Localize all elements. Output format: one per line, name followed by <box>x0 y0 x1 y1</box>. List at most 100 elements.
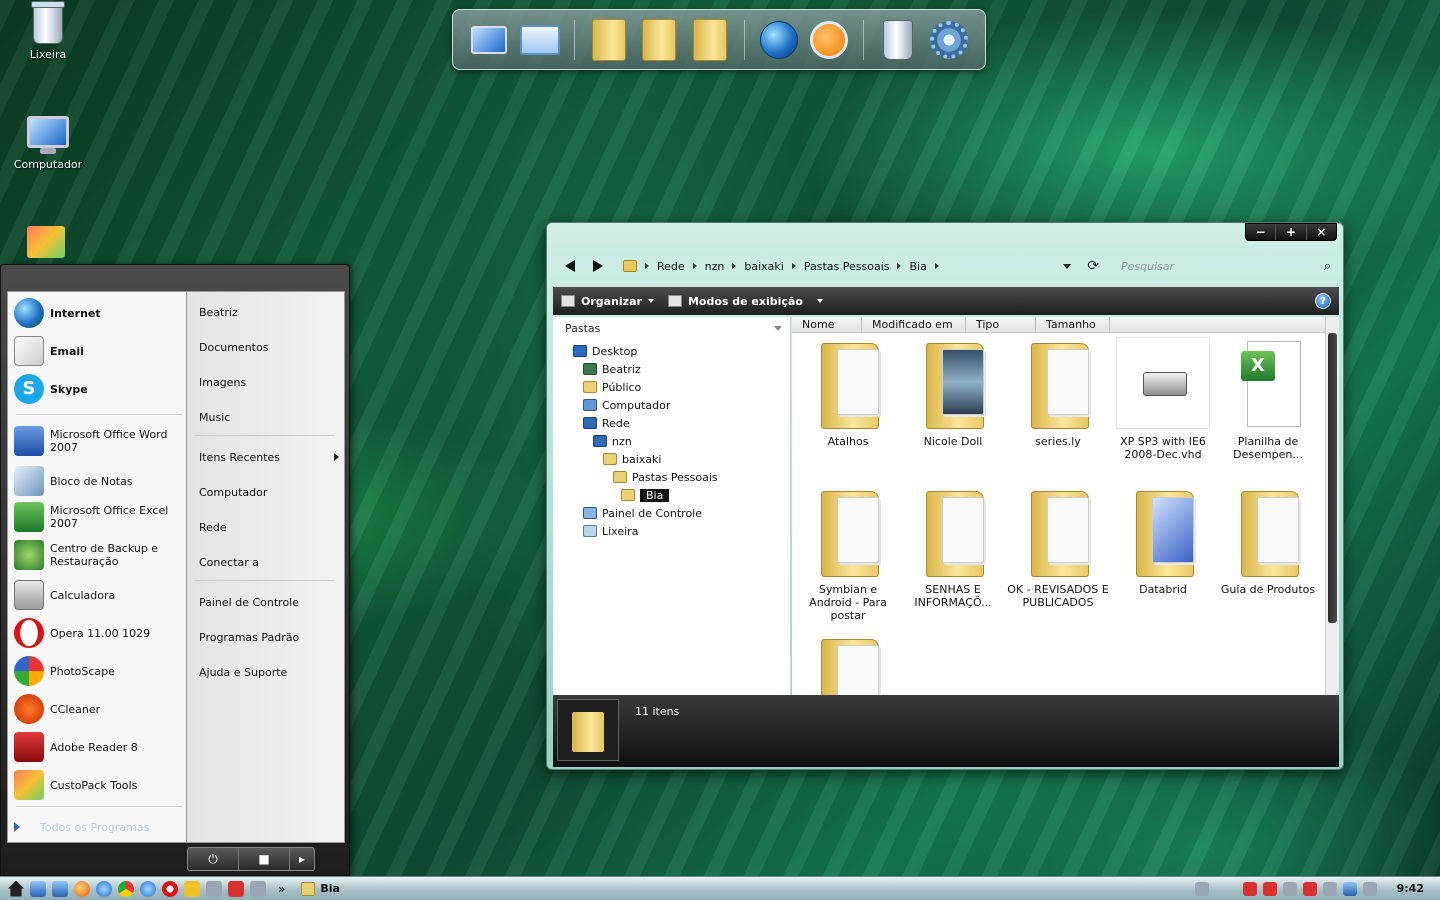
more-chevron-icon[interactable]: » <box>278 882 285 896</box>
file-item[interactable]: XP SP3 with IE6 2008-Dec.vhd <box>1111 337 1215 461</box>
desktop-icon-custopack[interactable] <box>6 226 86 262</box>
scrollbar-thumb[interactable] <box>1328 333 1337 623</box>
chrome-icon[interactable] <box>118 880 134 897</box>
tree-item-desktop[interactable]: Desktop <box>573 343 637 359</box>
column-header-name[interactable]: Nome <box>792 317 862 332</box>
desktop-icon-recycle-bin[interactable]: Lixeira <box>8 1 88 61</box>
start-item-word[interactable]: Microsoft Office Word 2007 <box>14 426 182 456</box>
forward-button[interactable] <box>593 260 603 272</box>
file-item[interactable]: Planilha de Desempen... <box>1216 337 1320 461</box>
dock-recycle-bin[interactable] <box>876 17 920 63</box>
file-item[interactable]: SENHAS E INFORMAÇÕ... <box>901 485 1005 609</box>
tools-icon[interactable] <box>206 880 222 897</box>
paint-icon[interactable] <box>184 880 200 897</box>
minimize-button[interactable]: − <box>1246 224 1277 240</box>
column-header-modified[interactable]: Modificado em <box>862 317 966 332</box>
keyboard-icon[interactable] <box>1194 881 1209 896</box>
tools-tray-icon[interactable] <box>1282 881 1297 896</box>
close-button[interactable]: × <box>1307 224 1336 240</box>
opera-icon[interactable] <box>162 880 178 897</box>
power-options-button[interactable]: ▸ <box>290 848 314 870</box>
file-item[interactable]: Nicole Doll <box>901 337 1005 448</box>
tree-item-pastas-pessoais[interactable]: Pastas Pessoais <box>613 469 718 485</box>
start-item-calculator[interactable]: Calculadora <box>14 580 182 610</box>
places-documents[interactable]: Documentos <box>199 341 339 354</box>
views-button[interactable]: Modos de exibição <box>667 295 823 308</box>
places-network[interactable]: Rede <box>199 521 339 534</box>
places-computer[interactable]: Computador <box>199 486 339 499</box>
firefox-icon[interactable] <box>74 880 90 897</box>
places-control-panel[interactable]: Painel de Controle <box>199 596 339 609</box>
places-connect-to[interactable]: Conectar a <box>199 556 339 569</box>
network-tray-icon[interactable] <box>1342 881 1357 896</box>
file-item[interactable]: Atalhos <box>796 337 900 448</box>
all-programs-button[interactable]: Todos os Programas <box>14 817 182 837</box>
photoscape-icon[interactable] <box>228 880 244 897</box>
dock-music[interactable] <box>687 17 731 63</box>
internet-explorer-icon[interactable] <box>96 880 112 897</box>
computer-icon[interactable] <box>52 880 68 897</box>
start-item-custopack[interactable]: CustoPack Tools <box>14 770 182 800</box>
tree-item-baixaki[interactable]: baixaki <box>603 451 661 467</box>
start-item-email[interactable]: Email <box>14 336 182 366</box>
search-icon[interactable]: ⌕ <box>1324 259 1331 274</box>
folder-tree-header[interactable]: Pastas <box>553 317 790 339</box>
places-beatriz[interactable]: Beatriz <box>199 306 339 319</box>
alert-tray-icon[interactable] <box>1302 881 1317 896</box>
network-icon[interactable] <box>140 880 156 897</box>
column-header-type[interactable]: Tipo <box>966 317 1036 332</box>
file-item[interactable]: Databrid <box>1111 485 1215 596</box>
power-button[interactable]: ⏻ <box>188 848 239 870</box>
start-item-internet[interactable]: Internet <box>14 298 182 328</box>
tree-item-control-panel[interactable]: Painel de Controle <box>583 505 702 521</box>
lock-button[interactable]: ■ <box>239 848 290 870</box>
dock-media-player[interactable] <box>807 17 851 63</box>
close-tray-icon[interactable] <box>1322 881 1337 896</box>
calendar-icon[interactable] <box>250 880 266 897</box>
places-default-programs[interactable]: Programas Padrão <box>199 631 339 644</box>
show-desktop-icon[interactable] <box>30 880 46 897</box>
places-pictures[interactable]: Imagens <box>199 376 339 389</box>
tree-item-recycle-bin[interactable]: Lixeira <box>583 523 638 539</box>
column-header-size[interactable]: Tamanho <box>1036 317 1110 332</box>
file-item[interactable]: series.ly <box>1006 337 1110 448</box>
breadcrumb-item[interactable]: Rede <box>657 260 685 273</box>
dock-control-panel[interactable] <box>517 17 561 63</box>
tree-item-beatriz[interactable]: Beatriz <box>583 361 641 377</box>
tree-item-network[interactable]: Rede <box>583 415 630 431</box>
start-item-opera[interactable]: Opera 11.00 1029 <box>14 618 182 648</box>
file-item[interactable] <box>796 633 900 695</box>
refresh-icon[interactable]: ⟳ <box>1087 258 1099 274</box>
file-item[interactable]: Guia de Produtos <box>1216 485 1320 596</box>
start-item-ccleaner[interactable]: CCleaner <box>14 694 182 724</box>
vertical-scrollbar[interactable] <box>1325 317 1339 695</box>
desktop-icon-computer[interactable]: Computador <box>8 116 88 171</box>
tree-item-computer[interactable]: Computador <box>583 397 670 413</box>
tree-item-bia[interactable]: Bia <box>621 487 670 503</box>
back-button[interactable] <box>565 260 575 272</box>
tree-item-nzn[interactable]: nzn <box>593 433 632 449</box>
start-item-photoscape[interactable]: PhotoScape <box>14 656 182 686</box>
address-dropdown-icon[interactable] <box>1063 263 1072 269</box>
breadcrumb-item[interactable]: Bia <box>909 260 926 273</box>
breadcrumb-item[interactable]: Pastas Pessoais <box>804 260 890 273</box>
antivirus-icon[interactable] <box>1242 881 1257 896</box>
help-icon[interactable]: ? <box>1315 293 1331 309</box>
organize-button[interactable]: Organizar <box>561 295 654 308</box>
places-music[interactable]: Music <box>199 411 339 424</box>
breadcrumb-item[interactable]: baixaki <box>744 260 783 273</box>
start-item-excel[interactable]: Microsoft Office Excel 2007 <box>14 502 182 532</box>
file-item[interactable]: OK - REVISADOS E PUBLICADOS <box>1006 485 1110 609</box>
dock-pictures[interactable] <box>637 17 681 63</box>
places-recent-items[interactable]: Itens Recentes <box>199 451 339 464</box>
dock-browser[interactable] <box>757 17 801 63</box>
dock-settings[interactable] <box>927 17 971 63</box>
dock-documents[interactable] <box>587 17 631 63</box>
start-item-backup[interactable]: Centro de Backup e Restauração <box>14 540 182 570</box>
start-item-adobe-reader[interactable]: Adobe Reader 8 <box>14 732 182 762</box>
start-button-home-icon[interactable] <box>8 880 24 897</box>
start-item-skype[interactable]: S Skype <box>14 374 182 404</box>
tree-item-public[interactable]: Público <box>583 379 641 395</box>
taskbar-window-bia[interactable]: Bia <box>295 878 346 900</box>
clock[interactable]: 9:42 <box>1397 882 1424 895</box>
